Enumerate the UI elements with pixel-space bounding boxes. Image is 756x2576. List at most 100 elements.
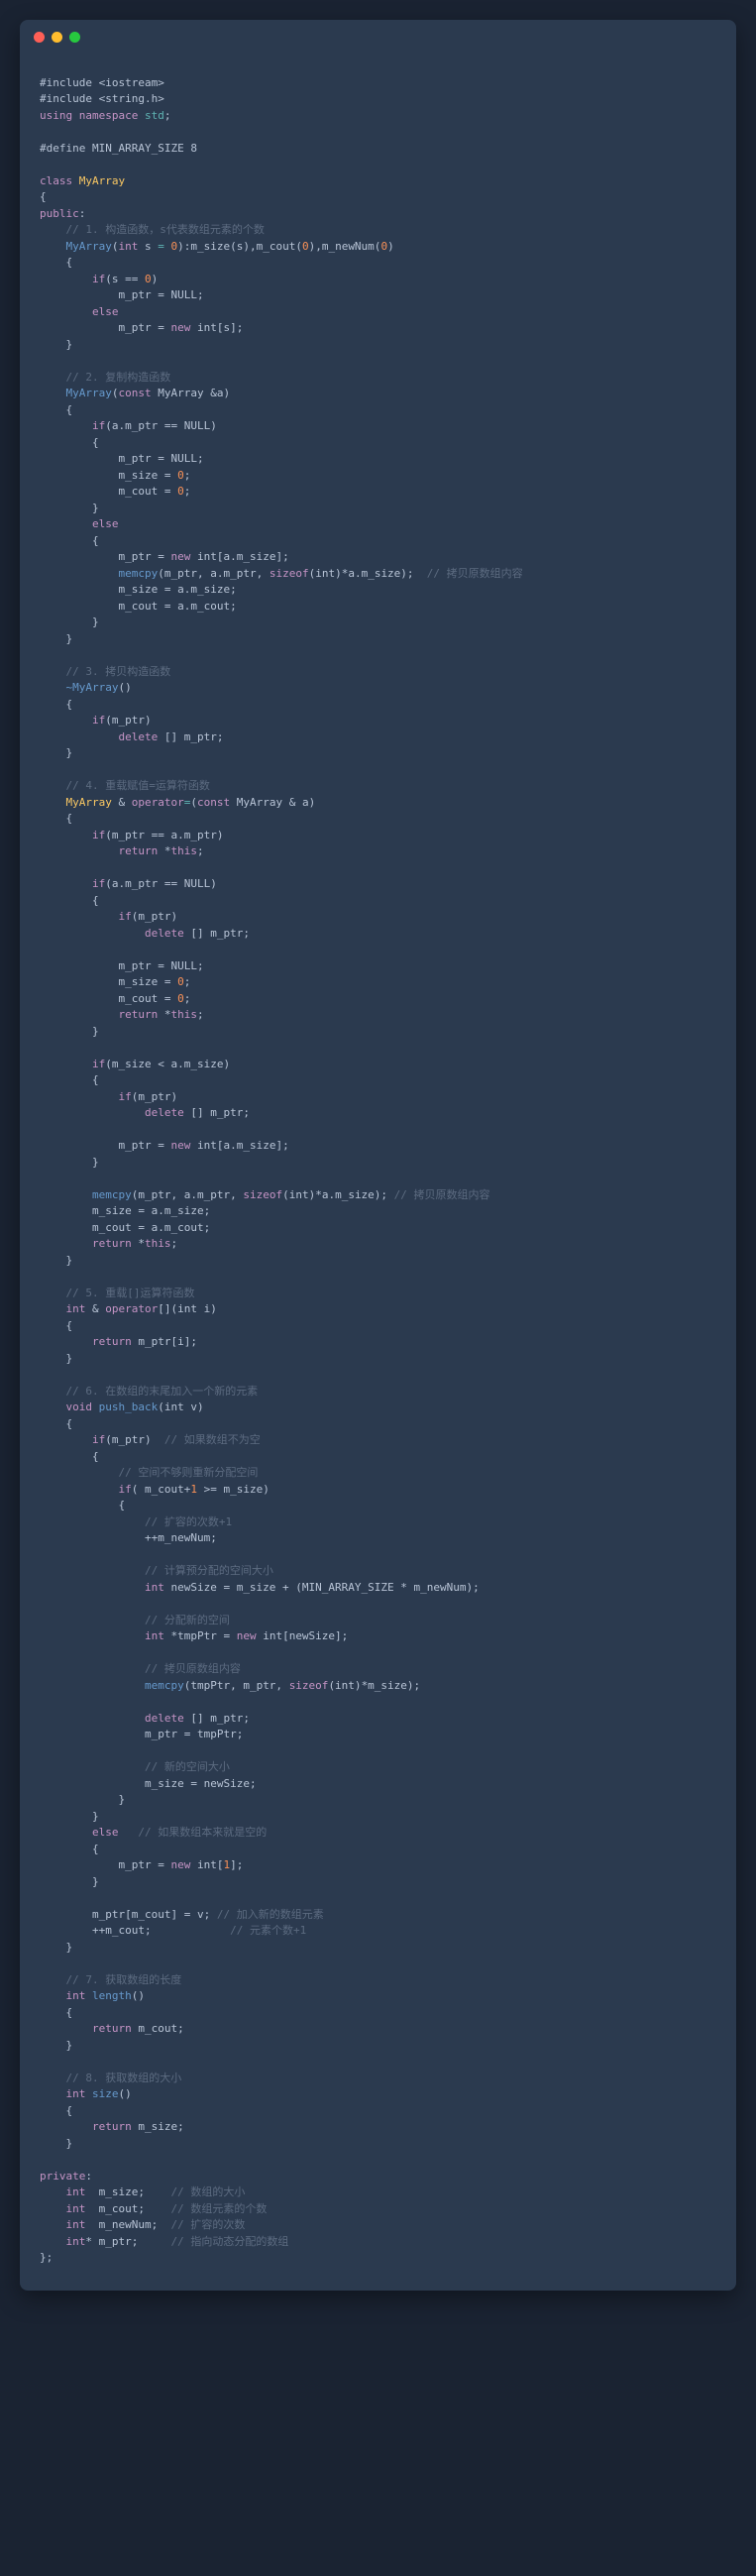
tok: if xyxy=(92,714,105,727)
comment: // 8. 获取数组的大小 xyxy=(66,2072,182,2084)
tok: MyArray xyxy=(66,796,112,809)
tok: [] xyxy=(158,1302,170,1315)
maximize-dot[interactable] xyxy=(69,32,80,43)
tok: } xyxy=(66,632,73,645)
tok: [] m_ptr; xyxy=(158,730,223,743)
tok: m_ptr xyxy=(118,321,151,334)
tok: delete xyxy=(118,730,158,743)
tok: this xyxy=(170,1008,197,1021)
tok: m_cout xyxy=(92,1221,132,1234)
tok: { xyxy=(66,256,73,269)
tok: ),m_newNum( xyxy=(309,240,381,253)
tok: { xyxy=(40,190,47,203)
tok: = NULL; xyxy=(152,959,204,972)
tok: push_back xyxy=(99,1400,159,1413)
tok: m_ptr; xyxy=(99,2235,139,2248)
tok: ( m_cout+ xyxy=(132,1483,191,1496)
tok: int xyxy=(66,2087,86,2100)
tok: m_size xyxy=(118,469,158,482)
tok: int xyxy=(66,1989,86,2002)
tok: ; xyxy=(184,485,191,498)
tok: (m_ptr) xyxy=(132,1090,177,1103)
tok: { xyxy=(66,812,73,825)
tok: m_size xyxy=(92,1204,132,1217)
tok: m_ptr xyxy=(118,959,151,972)
tok: m_cout xyxy=(118,485,158,498)
tok: m_cout xyxy=(118,992,158,1005)
tok: int[newSize]; xyxy=(257,1629,349,1642)
line: #include <iostream> xyxy=(40,76,164,89)
tok: m_newNum; xyxy=(99,2218,159,2231)
tok: m_cout xyxy=(118,600,158,613)
tok: } xyxy=(118,1793,125,1806)
tok: public xyxy=(40,207,79,220)
comment: // 拷贝原数组内容 xyxy=(414,567,523,580)
tok: = NULL; xyxy=(152,452,204,465)
tok: ~MyArray xyxy=(66,681,119,694)
tok: { xyxy=(92,534,99,547)
tok: new xyxy=(170,1858,190,1871)
tok: if xyxy=(92,273,105,285)
tok: *tmpPtr = xyxy=(164,1629,237,1642)
tok: : xyxy=(79,207,86,220)
comment: // 空间不够则重新分配空间 xyxy=(118,1466,258,1479)
tok: return xyxy=(92,2120,132,2133)
tok: = xyxy=(158,469,177,482)
tok: }; xyxy=(40,2251,53,2264)
tok: } xyxy=(92,1875,99,1888)
tok: ; xyxy=(197,844,204,857)
line: #include <string.h> xyxy=(40,92,164,105)
tok: (a.m_ptr == NULL) xyxy=(105,877,217,890)
tok: int xyxy=(66,1302,86,1315)
tok: if xyxy=(118,1090,131,1103)
tok: length xyxy=(92,1989,132,2002)
tok: this xyxy=(170,844,197,857)
tok: new xyxy=(170,321,190,334)
tok: (int) xyxy=(328,1679,361,1692)
tok: () xyxy=(119,2087,132,2100)
tok: *m_size); xyxy=(362,1679,421,1692)
tok: 0 xyxy=(177,469,184,482)
tok: = a.m_cout; xyxy=(132,1221,210,1234)
tok: ) xyxy=(152,273,159,285)
comment: // 拷贝原数组内容 xyxy=(387,1188,490,1201)
tok: 0 xyxy=(177,992,184,1005)
close-dot[interactable] xyxy=(34,32,45,43)
tok: sizeof xyxy=(289,1679,329,1692)
comment: // 计算预分配的空间大小 xyxy=(145,1564,273,1577)
minimize-dot[interactable] xyxy=(52,32,62,43)
comment: // 4. 重载赋值=运算符函数 xyxy=(66,779,210,792)
tok: 1 xyxy=(190,1483,197,1496)
tok: } xyxy=(66,338,73,351)
tok: = a.m_size; xyxy=(158,583,236,596)
tok: ; xyxy=(164,109,171,122)
tok: m_ptr xyxy=(118,288,151,301)
tok: : xyxy=(85,2170,92,2183)
tok: [] m_ptr; xyxy=(184,1106,250,1119)
tok: (m_ptr == a.m_ptr) xyxy=(105,829,223,841)
tok: { xyxy=(118,1499,125,1512)
tok: int xyxy=(66,2202,86,2215)
tok: = tmpPtr; xyxy=(177,1728,243,1740)
comment: // 指向动态分配的数组 xyxy=(171,2235,289,2248)
comment: // 如果数组本来就是空的 xyxy=(138,1826,267,1839)
tok: ; xyxy=(184,975,191,988)
tok: { xyxy=(92,436,99,449)
tok: } xyxy=(92,1810,99,1823)
tok: if xyxy=(118,1483,131,1496)
tok: else xyxy=(92,517,119,530)
tok: delete xyxy=(145,1106,184,1119)
tok: ++m_newNum; xyxy=(145,1531,217,1544)
tok: (m_size < a.m_size) xyxy=(105,1058,230,1070)
tok: (m_ptr) xyxy=(105,1433,151,1446)
tok: 0 xyxy=(302,240,309,253)
tok: } xyxy=(66,2137,73,2150)
tok: & xyxy=(112,796,132,809)
tok: ; xyxy=(197,1008,204,1021)
tok: } xyxy=(66,1352,73,1365)
tok: int[ xyxy=(190,1858,223,1871)
comment: // 5. 重载[]运算符函数 xyxy=(66,1287,195,1299)
tok: MyArray &a) xyxy=(152,387,230,399)
tok: memcpy xyxy=(118,567,158,580)
tok: } xyxy=(92,1156,99,1169)
